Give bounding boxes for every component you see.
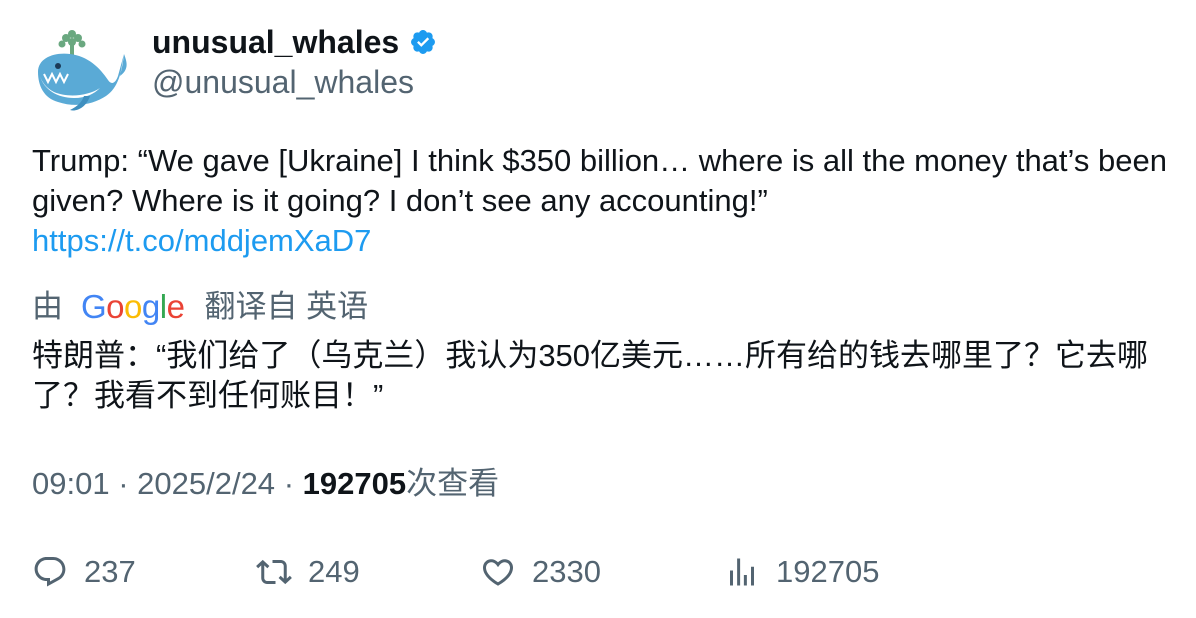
action-bar: 237 249 2330 192705 [32,550,1172,594]
views-label: 次查看 [406,466,500,501]
author-handle[interactable]: @unusual_whales [152,62,414,102]
retweet-button[interactable]: 249 [256,550,360,594]
translation-attribution: 由 Google 翻译自 英语 [32,287,368,327]
like-button[interactable]: 2330 [480,550,601,594]
translation-prefix: 由 [32,289,63,324]
tweet-text: Trump: “We gave [Ukraine] I think $350 b… [32,141,1172,261]
whale-logo-icon [38,30,127,111]
views-action-count: 192705 [776,554,880,589]
author-name[interactable]: unusual_whales [152,22,399,62]
tweet-time[interactable]: 09:01 [32,466,110,501]
tweet-body: Trump: “We gave [Ukraine] I think $350 b… [32,143,1167,218]
avatar[interactable] [32,24,128,120]
reply-icon [34,557,66,587]
reply-button[interactable]: 237 [32,550,136,594]
retweet-count: 249 [308,554,360,589]
translation-suffix: 翻译自 英语 [204,289,369,324]
author-name-row[interactable]: unusual_whales [152,22,437,62]
tweet-date[interactable]: 2025/2/24 [137,466,275,501]
tweet-link[interactable]: https://t.co/mddjemXaD7 [32,221,1172,261]
retweet-icon [256,559,292,585]
heart-icon [482,559,514,586]
tweet-meta: 09:01 · 2025/2/24 · 192705次查看 [32,466,500,501]
google-logo: Google [81,288,185,325]
like-count: 2330 [532,554,601,589]
reply-count: 237 [84,554,136,589]
analytics-icon [730,558,754,586]
verified-badge-icon [411,30,436,54]
translated-text: 特朗普：“我们给了（乌克兰）我认为350亿美元……所有给的钱去哪里了？它去哪了？… [32,338,1149,413]
views-button[interactable]: 192705 [724,550,879,594]
views-count: 192705 [302,466,407,501]
